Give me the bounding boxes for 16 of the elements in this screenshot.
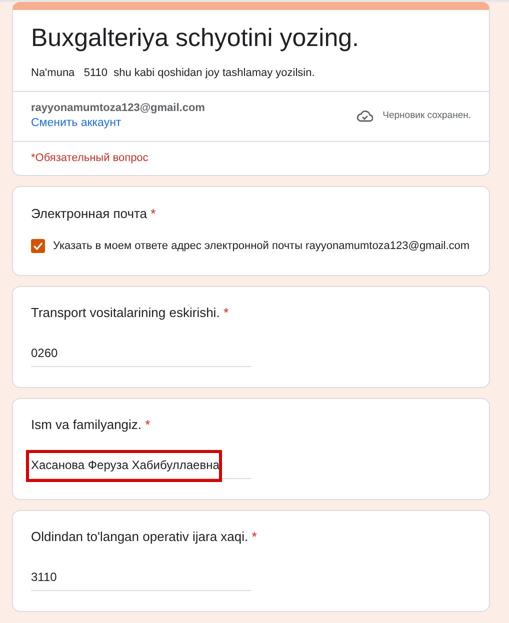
- question-label: Электронная почта *: [31, 206, 157, 221]
- draft-status: Черновик сохранен.: [382, 110, 471, 121]
- answer-field[interactable]: 3110: [31, 568, 251, 591]
- switch-account-link[interactable]: Сменить аккаунт: [31, 117, 205, 129]
- answer-field[interactable]: Хасанова Феруза Хабибуллаевна: [31, 456, 251, 479]
- answer-field[interactable]: 0260: [31, 344, 251, 367]
- checkbox[interactable]: [31, 239, 45, 253]
- question-label: Transport vositalarining eskirishi. *: [31, 305, 230, 320]
- cloud-check-icon: [356, 110, 373, 122]
- account-email: rayyonamumtoza123@gmail.com: [31, 102, 205, 114]
- question-label: Oldindan to'langan operativ ijara xaqi. *: [31, 529, 258, 544]
- question-label: Ism va familyangiz. *: [31, 417, 152, 432]
- form-description: Na'muna 5110 shu kabi qoshidan joy tashlamay yozilsin.: [31, 67, 316, 79]
- checkbox-label: Указать в моем ответе адрес электронной почты rayyonamumtoza123@gmail.com: [53, 240, 470, 252]
- required-note: *Обязательный вопрос: [31, 152, 148, 164]
- form-title: Buxgalteriya schyotini yozing.: [31, 23, 359, 54]
